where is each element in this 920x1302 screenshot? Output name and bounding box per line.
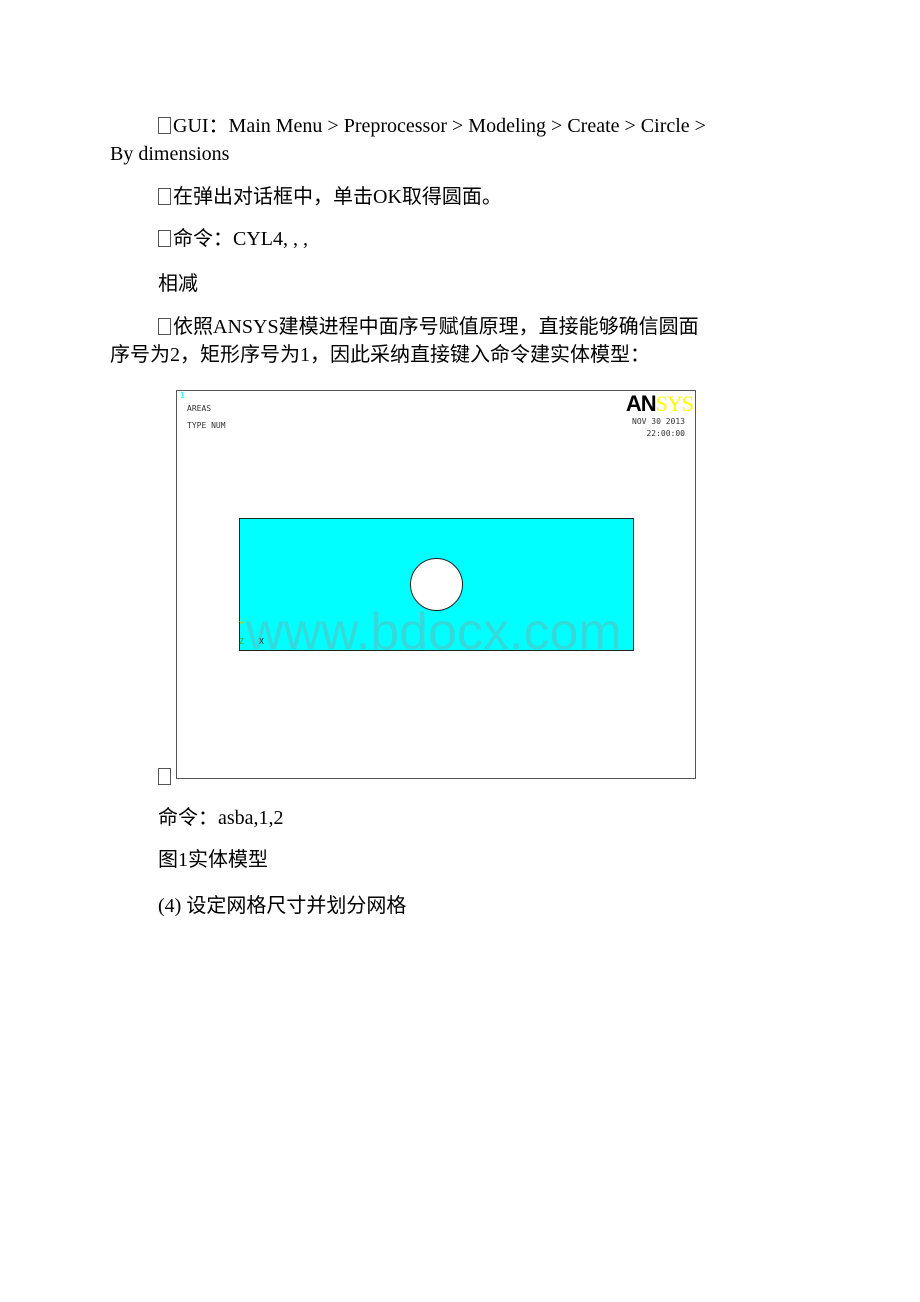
paragraph: By dimensions <box>110 143 230 165</box>
section-heading: (4) 设定网格尺寸并划分网格 <box>158 895 407 917</box>
ansys-logo: ANSYS <box>625 391 694 416</box>
time-label: 22:00:00 <box>646 429 685 438</box>
watermark: www.bdocx.com <box>246 603 622 661</box>
paragraph: GUI：Main Menu > Preprocessor > Modeling … <box>158 114 706 138</box>
document-page: GUI：Main Menu > Preprocessor > Modeling … <box>0 0 920 1302</box>
missing-glyph-icon <box>158 117 171 134</box>
axis-y-label: Y <box>239 620 244 629</box>
axis-z-label: Z <box>239 637 244 646</box>
missing-glyph-icon <box>158 318 171 335</box>
missing-glyph-icon <box>158 768 171 785</box>
paragraph: 序号为2，矩形序号为1，因此采纳直接键入命令建实体模型： <box>110 344 650 366</box>
figure-caption: 图1实体模型 <box>158 849 268 871</box>
paragraph: 命令：CYL4, , , <box>158 227 308 251</box>
areas-label: AREAS <box>187 404 212 413</box>
date-label: NOV 30 2013 <box>632 417 685 426</box>
paragraph: 相减 <box>158 273 198 295</box>
missing-glyph <box>158 765 173 789</box>
paragraph: 命令：asba,1,2 <box>158 807 284 829</box>
missing-glyph-icon <box>158 188 171 205</box>
ansys-figure: 1 AREAS TYPE NUM ANSYS NOV 30 2013 22:00… <box>176 390 696 779</box>
paragraph: 在弹出对话框中，单击OK取得圆面。 <box>158 185 502 209</box>
missing-glyph-icon <box>158 230 171 247</box>
window-number: 1 <box>180 391 185 400</box>
paragraph: 依照ANSYS建模进程中面序号赋值原理，直接能够确信圆面 <box>158 315 699 339</box>
type-num-label: TYPE NUM <box>187 421 226 430</box>
